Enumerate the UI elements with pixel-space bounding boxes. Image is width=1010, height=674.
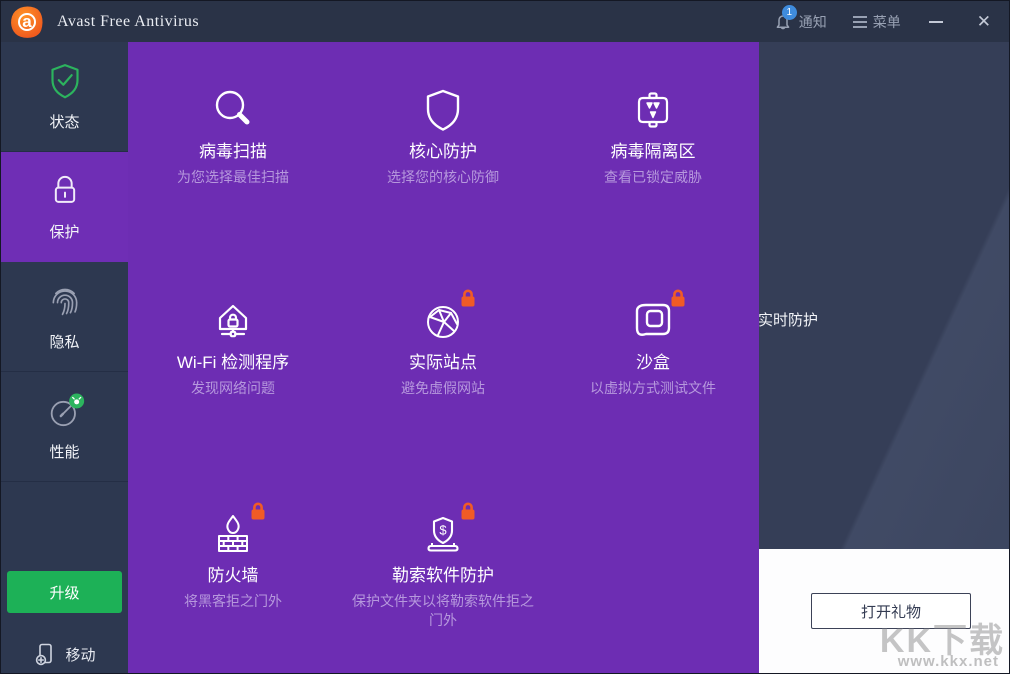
tile-subtitle: 为您选择最佳扫描 xyxy=(142,168,324,187)
firewall-icon xyxy=(128,510,338,562)
bell-icon: 1 xyxy=(773,12,793,32)
tile-title: 病毒扫描 xyxy=(128,142,338,162)
close-button[interactable]: ✕ xyxy=(975,9,993,34)
tile-subtitle: 保护文件夹以将勒索软件拒之门外 xyxy=(352,592,534,630)
fingerprint-icon xyxy=(45,281,85,321)
notification-badge: 1 xyxy=(782,5,797,20)
avast-logo-icon: a xyxy=(11,6,43,38)
upgrade-button[interactable]: 升级 xyxy=(7,571,122,613)
magnifier-icon xyxy=(128,86,338,138)
tile-real-site[interactable]: 实际站点 避免虚假网站 xyxy=(338,297,548,398)
logo-letter: a xyxy=(11,6,43,38)
tile-subtitle: 以虚拟方式测试文件 xyxy=(562,379,744,398)
sidebar-label: 性能 xyxy=(49,441,79,462)
locked-icon xyxy=(457,287,479,309)
shield-icon xyxy=(338,86,548,138)
minimize-button[interactable] xyxy=(927,13,949,31)
sidebar-item-performance[interactable]: 性能 xyxy=(1,372,128,482)
tile-wifi-inspector[interactable]: Wi-Fi 检测程序 发现网络问题 xyxy=(128,297,338,398)
hamburger-icon xyxy=(853,16,867,28)
avast-window: a Avast Free Antivirus 1 通知 菜单 xyxy=(0,0,1010,674)
minimize-icon xyxy=(929,21,943,23)
tile-subtitle: 避免虚假网站 xyxy=(352,379,534,398)
locked-icon xyxy=(457,500,479,522)
app-title: Avast Free Antivirus xyxy=(57,13,199,31)
tile-subtitle: 选择您的核心防御 xyxy=(352,168,534,187)
sidebar: 状态 保护 隐私 xyxy=(1,42,128,674)
mobile-label: 移动 xyxy=(65,644,95,665)
tile-virus-chest[interactable]: 病毒隔离区 查看已锁定威胁 xyxy=(548,86,758,187)
tile-title: Wi-Fi 检测程序 xyxy=(128,353,338,373)
house-network-icon xyxy=(128,297,338,349)
sidebar-label: 保护 xyxy=(49,221,79,242)
tile-core-shields[interactable]: 核心防护 选择您的核心防御 xyxy=(338,86,548,187)
sidebar-label: 状态 xyxy=(49,111,79,132)
svg-text:$: $ xyxy=(439,523,447,538)
shield-check-icon xyxy=(45,61,85,101)
tile-sandbox[interactable]: 沙盒 以虚拟方式测试文件 xyxy=(548,297,758,398)
menu-button[interactable]: 菜单 xyxy=(853,12,901,32)
lock-icon xyxy=(45,171,85,211)
virus-chest-icon xyxy=(548,86,758,138)
menu-label: 菜单 xyxy=(873,12,901,32)
sandbox-icon xyxy=(548,297,758,349)
tile-subtitle: 查看已锁定威胁 xyxy=(562,168,744,187)
sidebar-item-mobile[interactable]: 移动 xyxy=(1,636,128,672)
tile-subtitle: 将黑客拒之门外 xyxy=(142,592,324,611)
tile-subtitle: 发现网络问题 xyxy=(142,379,324,398)
sidebar-item-privacy[interactable]: 隐私 xyxy=(1,262,128,372)
notifications-label: 通知 xyxy=(799,12,827,32)
tile-title: 核心防护 xyxy=(338,142,548,162)
realtime-shield-label: 实时防护 xyxy=(759,309,818,330)
tile-firewall[interactable]: 防火墙 将黑客拒之门外 xyxy=(128,510,338,611)
locked-icon xyxy=(247,500,269,522)
sidebar-item-protection[interactable]: 保护 xyxy=(1,152,128,262)
sidebar-label: 隐私 xyxy=(49,331,79,352)
titlebar: a Avast Free Antivirus 1 通知 菜单 xyxy=(1,1,1009,42)
tile-ransomware-shield[interactable]: $ 勒索软件防护 保护文件夹以将勒索软件拒之门外 xyxy=(338,510,548,630)
sidebar-item-status[interactable]: 状态 xyxy=(1,42,128,152)
ransomware-shield-icon: $ xyxy=(338,510,548,562)
locked-icon xyxy=(667,287,689,309)
phone-plus-icon xyxy=(33,642,57,666)
tile-title: 实际站点 xyxy=(338,353,548,373)
tile-title: 病毒隔离区 xyxy=(548,142,758,162)
tile-title: 防火墙 xyxy=(128,566,338,586)
close-icon: ✕ xyxy=(977,13,991,30)
globe-icon xyxy=(338,297,548,349)
tile-title: 沙盒 xyxy=(548,353,758,373)
protection-menu-panel: 病毒扫描 为您选择最佳扫描 核心防护 选择您的核心防御 xyxy=(128,42,759,674)
gauge-icon xyxy=(43,391,87,431)
tile-title: 勒索软件防护 xyxy=(338,566,548,586)
notifications-button[interactable]: 1 通知 xyxy=(773,12,827,32)
watermark-url: www.kkx.net xyxy=(898,653,999,670)
tile-virus-scan[interactable]: 病毒扫描 为您选择最佳扫描 xyxy=(128,86,338,187)
